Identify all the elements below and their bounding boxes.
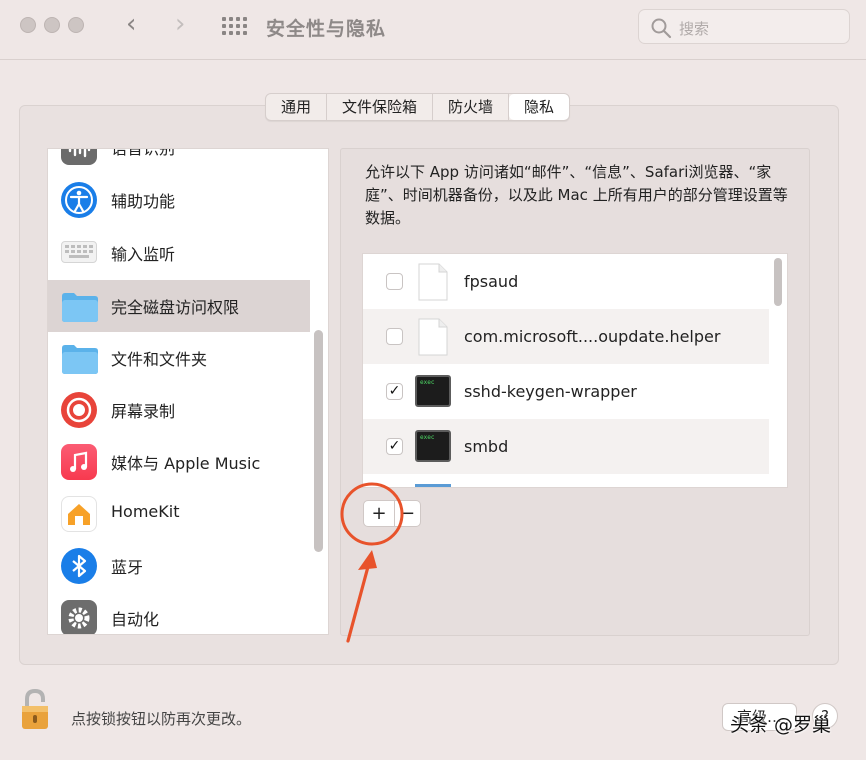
watermark: 头条 @罗巢 (730, 714, 832, 736)
app-icon-partial (415, 484, 451, 487)
window-title: 安全性与隐私 (266, 18, 387, 40)
app-name: fpsaud (464, 272, 519, 291)
sidebar-item-label: 屏幕录制 (111, 402, 176, 421)
app-checkbox-checked[interactable]: ✓ (386, 438, 403, 455)
tab-firewall[interactable]: 防火墙 (433, 94, 510, 120)
exec-terminal-icon: exec (415, 375, 451, 407)
search-icon (651, 18, 672, 39)
app-row-sshd-keygen-wrapper[interactable]: ✓ exec sshd-keygen-wrapper (363, 364, 769, 419)
minimize-window-button[interactable] (44, 17, 60, 33)
accessibility-icon (61, 182, 97, 218)
sidebar-item-input-monitoring[interactable]: 输入监听 (48, 227, 310, 279)
app-checkbox[interactable] (386, 328, 403, 345)
sidebar-item-files-and-folders[interactable]: 文件和文件夹 (48, 332, 310, 384)
screen-record-icon (61, 392, 97, 428)
exec-terminal-icon: exec (415, 430, 451, 462)
tab-privacy[interactable]: 隐私 (509, 94, 570, 120)
tab-filevault[interactable]: 文件保险箱 (327, 94, 434, 120)
sidebar-item-screen-recording[interactable]: 屏幕录制 (48, 384, 310, 436)
search-placeholder: 搜索 (679, 20, 710, 38)
chevron-right-icon[interactable]: › (175, 11, 185, 37)
sidebar-item-label: 辅助功能 (111, 192, 176, 211)
sidebar-item-label: 自动化 (111, 610, 160, 629)
privacy-category-list[interactable]: 语音识别 辅助功能 输入监听 完全磁盘访问权限 文件和文件夹 屏幕录制 媒体与 … (47, 148, 329, 635)
zoom-window-button[interactable] (68, 17, 84, 33)
app-name: com.microsoft....oupdate.helper (464, 327, 721, 346)
add-app-button[interactable]: + (363, 500, 395, 527)
bluetooth-icon (61, 548, 97, 584)
app-checkbox[interactable] (386, 273, 403, 290)
sidebar-item-accessibility[interactable]: 辅助功能 (48, 174, 310, 226)
sidebar-item-bluetooth[interactable]: 蓝牙 (48, 540, 310, 592)
app-checkbox-checked[interactable]: ✓ (386, 383, 403, 400)
app-row-microsoft-autoupdate[interactable]: com.microsoft....oupdate.helper (363, 309, 769, 364)
document-icon (418, 263, 448, 301)
remove-app-button[interactable]: − (395, 500, 421, 527)
chevron-left-icon[interactable]: ‹ (126, 11, 136, 37)
app-list-scrollbar[interactable] (774, 258, 782, 306)
sidebar-scrollbar[interactable] (314, 330, 323, 552)
app-row-fpsaud[interactable]: fpsaud (363, 254, 769, 309)
app-row-partial (363, 474, 769, 487)
folder-icon (61, 340, 98, 376)
sidebar-item-homekit[interactable]: HomeKit (48, 488, 310, 540)
search-input[interactable]: 搜索 (638, 9, 850, 44)
sidebar-item-full-disk-access[interactable]: 完全磁盘访问权限 (48, 280, 310, 332)
sidebar-item-label: 文件和文件夹 (111, 350, 208, 369)
tab-bar: 通用 文件保险箱 防火墙 隐私 (265, 93, 571, 121)
music-icon (61, 444, 97, 480)
sidebar-item-media-apple-music[interactable]: 媒体与 Apple Music (48, 436, 310, 488)
sidebar-item-label: 蓝牙 (111, 558, 144, 577)
window-toolbar: ‹ › 安全性与隐私 搜索 (0, 0, 866, 60)
keyboard-icon (61, 241, 97, 263)
speech-recognition-icon (61, 149, 97, 165)
lock-hint: 点按锁按钮以防再次更改。 (71, 710, 252, 728)
sidebar-item-label: 输入监听 (111, 245, 176, 264)
add-remove-control: + − (363, 500, 421, 527)
sidebar-item-speech-recognition[interactable]: 语音识别 (48, 148, 310, 173)
permission-description: 允许以下 App 访问诸如“邮件”、“信息”、Safari浏览器、“家庭”、时间… (365, 163, 788, 227)
show-all-grid-icon[interactable] (222, 17, 248, 35)
close-window-button[interactable] (20, 17, 36, 33)
sidebar-item-label: 完全磁盘访问权限 (111, 298, 240, 317)
gear-icon (61, 600, 97, 634)
exec-badge: exec (420, 434, 435, 441)
tab-general[interactable]: 通用 (266, 94, 328, 120)
document-icon (418, 318, 448, 356)
lock-icon[interactable] (19, 688, 61, 732)
folder-icon (61, 288, 98, 324)
app-permission-list[interactable]: fpsaud com.microsoft....oupdate.helper ✓… (362, 253, 788, 488)
sidebar-item-label: HomeKit (111, 502, 180, 521)
sidebar-item-automation[interactable]: 自动化 (48, 592, 310, 634)
app-name: smbd (464, 437, 509, 456)
app-row-smbd[interactable]: ✓ exec smbd (363, 419, 769, 474)
sidebar-item-label: 媒体与 Apple Music (111, 454, 261, 473)
home-icon (61, 496, 97, 532)
app-name: sshd-keygen-wrapper (464, 382, 637, 401)
sidebar-item-label: 语音识别 (111, 148, 176, 158)
exec-badge: exec (420, 379, 435, 386)
